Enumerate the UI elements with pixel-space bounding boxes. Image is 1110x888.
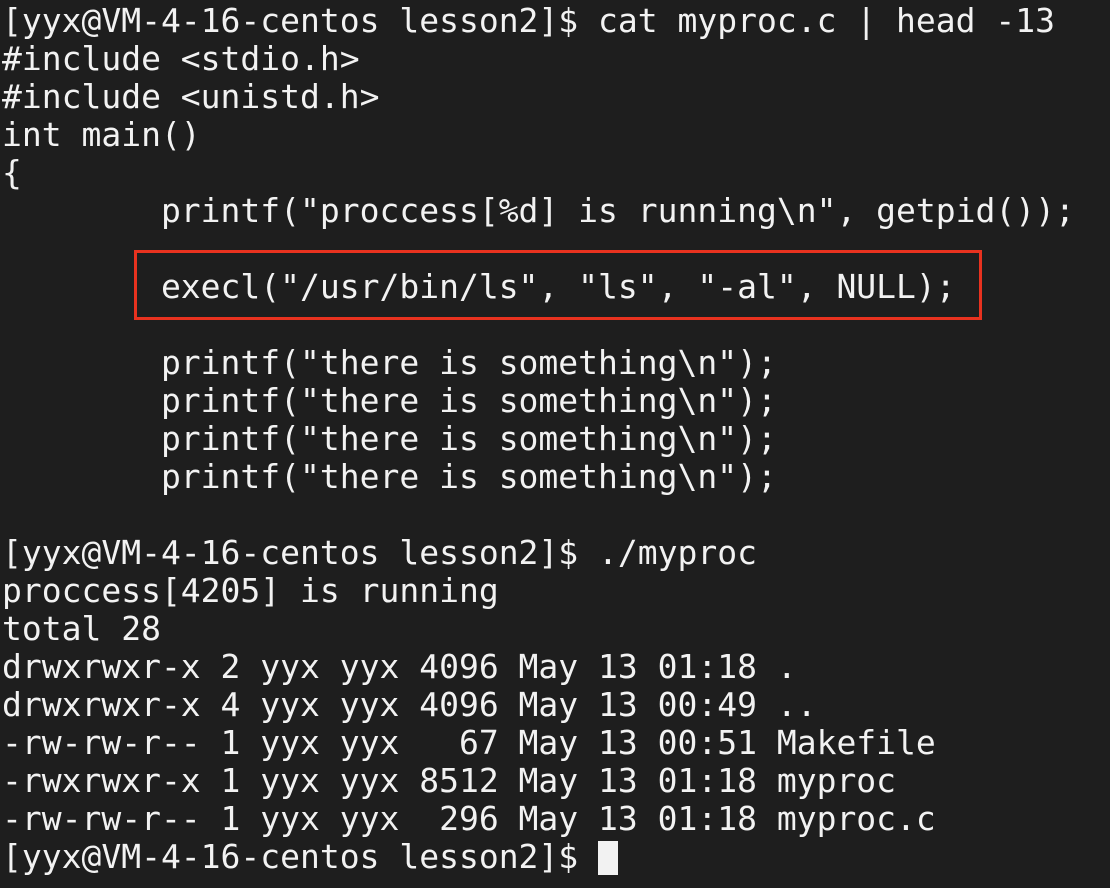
output-line: proccess[4205] is running — [2, 571, 499, 610]
listing-row: drwxrwxr-x 4 yyx yyx 4096 May 13 00:49 .… — [2, 685, 817, 724]
code-line: printf("there is something\n"); — [2, 457, 777, 496]
listing-row: -rw-rw-r-- 1 yyx yyx 296 May 13 01:18 my… — [2, 799, 936, 838]
text-cursor — [598, 841, 619, 875]
code-line: printf("there is something\n"); — [2, 381, 777, 420]
prompt-line[interactable]: [yyx@VM-4-16-centos lesson2]$ — [0, 838, 1110, 876]
code-line: #include <stdio.h> — [2, 39, 360, 78]
code-line: printf("proccess[%d] is running\n", getp… — [2, 191, 1075, 230]
execl-highlight-box — [134, 250, 982, 320]
listing-row: drwxrwxr-x 2 yyx yyx 4096 May 13 01:18 . — [2, 647, 797, 686]
code-line: printf("there is something\n"); — [2, 343, 777, 382]
listing-row: -rwxrwxr-x 1 yyx yyx 8512 May 13 01:18 m… — [2, 761, 897, 800]
command-line: [yyx@VM-4-16-centos lesson2]$ cat myproc… — [2, 1, 1055, 40]
code-line: printf("there is something\n"); — [2, 419, 777, 458]
command-line: [yyx@VM-4-16-centos lesson2]$ ./myproc — [2, 533, 757, 572]
shell-prompt: [yyx@VM-4-16-centos lesson2]$ — [2, 837, 599, 876]
code-line: #include <unistd.h> — [2, 77, 380, 116]
terminal-window[interactable]: [yyx@VM-4-16-centos lesson2]$ cat myproc… — [0, 0, 1110, 888]
code-line: int main() — [2, 115, 201, 154]
listing-row: -rw-rw-r-- 1 yyx yyx 67 May 13 00:51 Mak… — [2, 723, 936, 762]
output-line: total 28 — [2, 609, 161, 648]
code-line: { — [2, 153, 22, 192]
